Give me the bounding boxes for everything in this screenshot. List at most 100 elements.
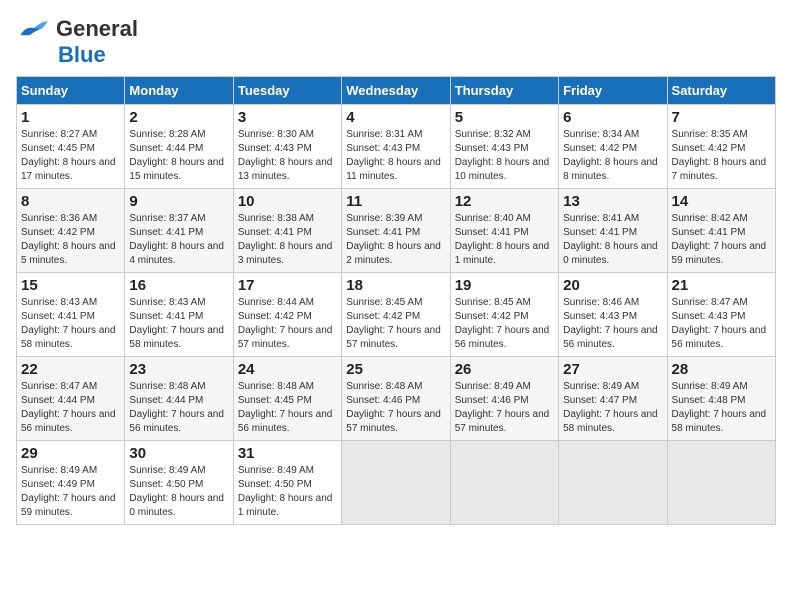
day-info: Sunrise: 8:47 AM Sunset: 4:43 PM Dayligh… <box>672 296 771 352</box>
calendar-cell: 17 Sunrise: 8:44 AM Sunset: 4:42 PM Dayl… <box>233 273 341 357</box>
calendar-cell <box>450 441 558 525</box>
calendar-cell: 13 Sunrise: 8:41 AM Sunset: 4:41 PM Dayl… <box>559 189 667 273</box>
calendar-cell: 21 Sunrise: 8:47 AM Sunset: 4:43 PM Dayl… <box>667 273 775 357</box>
weekday-thursday: Thursday <box>450 77 558 105</box>
calendar-cell: 23 Sunrise: 8:48 AM Sunset: 4:44 PM Dayl… <box>125 357 233 441</box>
day-number: 21 <box>672 277 771 294</box>
day-info: Sunrise: 8:49 AM Sunset: 4:49 PM Dayligh… <box>21 464 120 520</box>
calendar-cell: 3 Sunrise: 8:30 AM Sunset: 4:43 PM Dayli… <box>233 105 341 189</box>
day-number: 8 <box>21 193 120 210</box>
day-info: Sunrise: 8:27 AM Sunset: 4:45 PM Dayligh… <box>21 128 120 184</box>
weekday-sunday: Sunday <box>17 77 125 105</box>
day-info: Sunrise: 8:48 AM Sunset: 4:44 PM Dayligh… <box>129 380 228 436</box>
day-number: 5 <box>455 109 554 126</box>
week-row-5: 29 Sunrise: 8:49 AM Sunset: 4:49 PM Dayl… <box>17 441 776 525</box>
day-info: Sunrise: 8:30 AM Sunset: 4:43 PM Dayligh… <box>238 128 337 184</box>
calendar-cell: 18 Sunrise: 8:45 AM Sunset: 4:42 PM Dayl… <box>342 273 450 357</box>
weekday-tuesday: Tuesday <box>233 77 341 105</box>
weekday-monday: Monday <box>125 77 233 105</box>
calendar-cell: 5 Sunrise: 8:32 AM Sunset: 4:43 PM Dayli… <box>450 105 558 189</box>
calendar-cell: 12 Sunrise: 8:40 AM Sunset: 4:41 PM Dayl… <box>450 189 558 273</box>
logo-icon <box>16 19 52 39</box>
calendar-cell: 28 Sunrise: 8:49 AM Sunset: 4:48 PM Dayl… <box>667 357 775 441</box>
day-number: 9 <box>129 193 228 210</box>
calendar-cell: 26 Sunrise: 8:49 AM Sunset: 4:46 PM Dayl… <box>450 357 558 441</box>
week-row-3: 15 Sunrise: 8:43 AM Sunset: 4:41 PM Dayl… <box>17 273 776 357</box>
calendar-cell: 27 Sunrise: 8:49 AM Sunset: 4:47 PM Dayl… <box>559 357 667 441</box>
day-info: Sunrise: 8:32 AM Sunset: 4:43 PM Dayligh… <box>455 128 554 184</box>
day-info: Sunrise: 8:42 AM Sunset: 4:41 PM Dayligh… <box>672 212 771 268</box>
day-number: 16 <box>129 277 228 294</box>
calendar-cell: 9 Sunrise: 8:37 AM Sunset: 4:41 PM Dayli… <box>125 189 233 273</box>
calendar-cell: 19 Sunrise: 8:45 AM Sunset: 4:42 PM Dayl… <box>450 273 558 357</box>
calendar-cell: 14 Sunrise: 8:42 AM Sunset: 4:41 PM Dayl… <box>667 189 775 273</box>
day-info: Sunrise: 8:36 AM Sunset: 4:42 PM Dayligh… <box>21 212 120 268</box>
calendar-cell: 15 Sunrise: 8:43 AM Sunset: 4:41 PM Dayl… <box>17 273 125 357</box>
day-number: 28 <box>672 361 771 378</box>
day-info: Sunrise: 8:43 AM Sunset: 4:41 PM Dayligh… <box>129 296 228 352</box>
day-number: 3 <box>238 109 337 126</box>
day-number: 2 <box>129 109 228 126</box>
week-row-1: 1 Sunrise: 8:27 AM Sunset: 4:45 PM Dayli… <box>17 105 776 189</box>
calendar-cell: 2 Sunrise: 8:28 AM Sunset: 4:44 PM Dayli… <box>125 105 233 189</box>
calendar-cell: 31 Sunrise: 8:49 AM Sunset: 4:50 PM Dayl… <box>233 441 341 525</box>
day-number: 20 <box>563 277 662 294</box>
calendar-cell: 7 Sunrise: 8:35 AM Sunset: 4:42 PM Dayli… <box>667 105 775 189</box>
calendar-cell: 24 Sunrise: 8:48 AM Sunset: 4:45 PM Dayl… <box>233 357 341 441</box>
calendar-body: 1 Sunrise: 8:27 AM Sunset: 4:45 PM Dayli… <box>17 105 776 525</box>
day-number: 6 <box>563 109 662 126</box>
day-info: Sunrise: 8:43 AM Sunset: 4:41 PM Dayligh… <box>21 296 120 352</box>
day-number: 1 <box>21 109 120 126</box>
day-number: 14 <box>672 193 771 210</box>
day-info: Sunrise: 8:37 AM Sunset: 4:41 PM Dayligh… <box>129 212 228 268</box>
day-info: Sunrise: 8:35 AM Sunset: 4:42 PM Dayligh… <box>672 128 771 184</box>
calendar-cell: 11 Sunrise: 8:39 AM Sunset: 4:41 PM Dayl… <box>342 189 450 273</box>
weekday-wednesday: Wednesday <box>342 77 450 105</box>
day-number: 13 <box>563 193 662 210</box>
day-number: 10 <box>238 193 337 210</box>
day-number: 27 <box>563 361 662 378</box>
day-info: Sunrise: 8:38 AM Sunset: 4:41 PM Dayligh… <box>238 212 337 268</box>
calendar-cell <box>342 441 450 525</box>
day-number: 23 <box>129 361 228 378</box>
day-number: 19 <box>455 277 554 294</box>
calendar-cell: 16 Sunrise: 8:43 AM Sunset: 4:41 PM Dayl… <box>125 273 233 357</box>
day-info: Sunrise: 8:49 AM Sunset: 4:48 PM Dayligh… <box>672 380 771 436</box>
calendar-cell: 10 Sunrise: 8:38 AM Sunset: 4:41 PM Dayl… <box>233 189 341 273</box>
day-info: Sunrise: 8:39 AM Sunset: 4:41 PM Dayligh… <box>346 212 445 268</box>
calendar-cell: 22 Sunrise: 8:47 AM Sunset: 4:44 PM Dayl… <box>17 357 125 441</box>
day-info: Sunrise: 8:48 AM Sunset: 4:46 PM Dayligh… <box>346 380 445 436</box>
calendar-cell: 20 Sunrise: 8:46 AM Sunset: 4:43 PM Dayl… <box>559 273 667 357</box>
weekday-header-row: SundayMondayTuesdayWednesdayThursdayFrid… <box>17 77 776 105</box>
calendar-cell: 1 Sunrise: 8:27 AM Sunset: 4:45 PM Dayli… <box>17 105 125 189</box>
day-info: Sunrise: 8:40 AM Sunset: 4:41 PM Dayligh… <box>455 212 554 268</box>
day-info: Sunrise: 8:44 AM Sunset: 4:42 PM Dayligh… <box>238 296 337 352</box>
day-info: Sunrise: 8:28 AM Sunset: 4:44 PM Dayligh… <box>129 128 228 184</box>
weekday-saturday: Saturday <box>667 77 775 105</box>
day-info: Sunrise: 8:47 AM Sunset: 4:44 PM Dayligh… <box>21 380 120 436</box>
day-number: 26 <box>455 361 554 378</box>
day-info: Sunrise: 8:49 AM Sunset: 4:50 PM Dayligh… <box>238 464 337 520</box>
calendar-cell: 8 Sunrise: 8:36 AM Sunset: 4:42 PM Dayli… <box>17 189 125 273</box>
day-info: Sunrise: 8:49 AM Sunset: 4:47 PM Dayligh… <box>563 380 662 436</box>
calendar-cell: 29 Sunrise: 8:49 AM Sunset: 4:49 PM Dayl… <box>17 441 125 525</box>
day-number: 4 <box>346 109 445 126</box>
calendar-cell: 30 Sunrise: 8:49 AM Sunset: 4:50 PM Dayl… <box>125 441 233 525</box>
calendar-table: SundayMondayTuesdayWednesdayThursdayFrid… <box>16 76 776 525</box>
day-number: 15 <box>21 277 120 294</box>
logo-blue: Blue <box>58 42 106 68</box>
day-info: Sunrise: 8:45 AM Sunset: 4:42 PM Dayligh… <box>346 296 445 352</box>
day-number: 25 <box>346 361 445 378</box>
day-number: 7 <box>672 109 771 126</box>
calendar-cell: 25 Sunrise: 8:48 AM Sunset: 4:46 PM Dayl… <box>342 357 450 441</box>
week-row-4: 22 Sunrise: 8:47 AM Sunset: 4:44 PM Dayl… <box>17 357 776 441</box>
day-number: 31 <box>238 445 337 462</box>
day-info: Sunrise: 8:48 AM Sunset: 4:45 PM Dayligh… <box>238 380 337 436</box>
calendar-cell <box>667 441 775 525</box>
week-row-2: 8 Sunrise: 8:36 AM Sunset: 4:42 PM Dayli… <box>17 189 776 273</box>
day-info: Sunrise: 8:49 AM Sunset: 4:50 PM Dayligh… <box>129 464 228 520</box>
day-number: 18 <box>346 277 445 294</box>
day-number: 30 <box>129 445 228 462</box>
logo-general: General <box>56 16 138 42</box>
calendar-cell: 6 Sunrise: 8:34 AM Sunset: 4:42 PM Dayli… <box>559 105 667 189</box>
